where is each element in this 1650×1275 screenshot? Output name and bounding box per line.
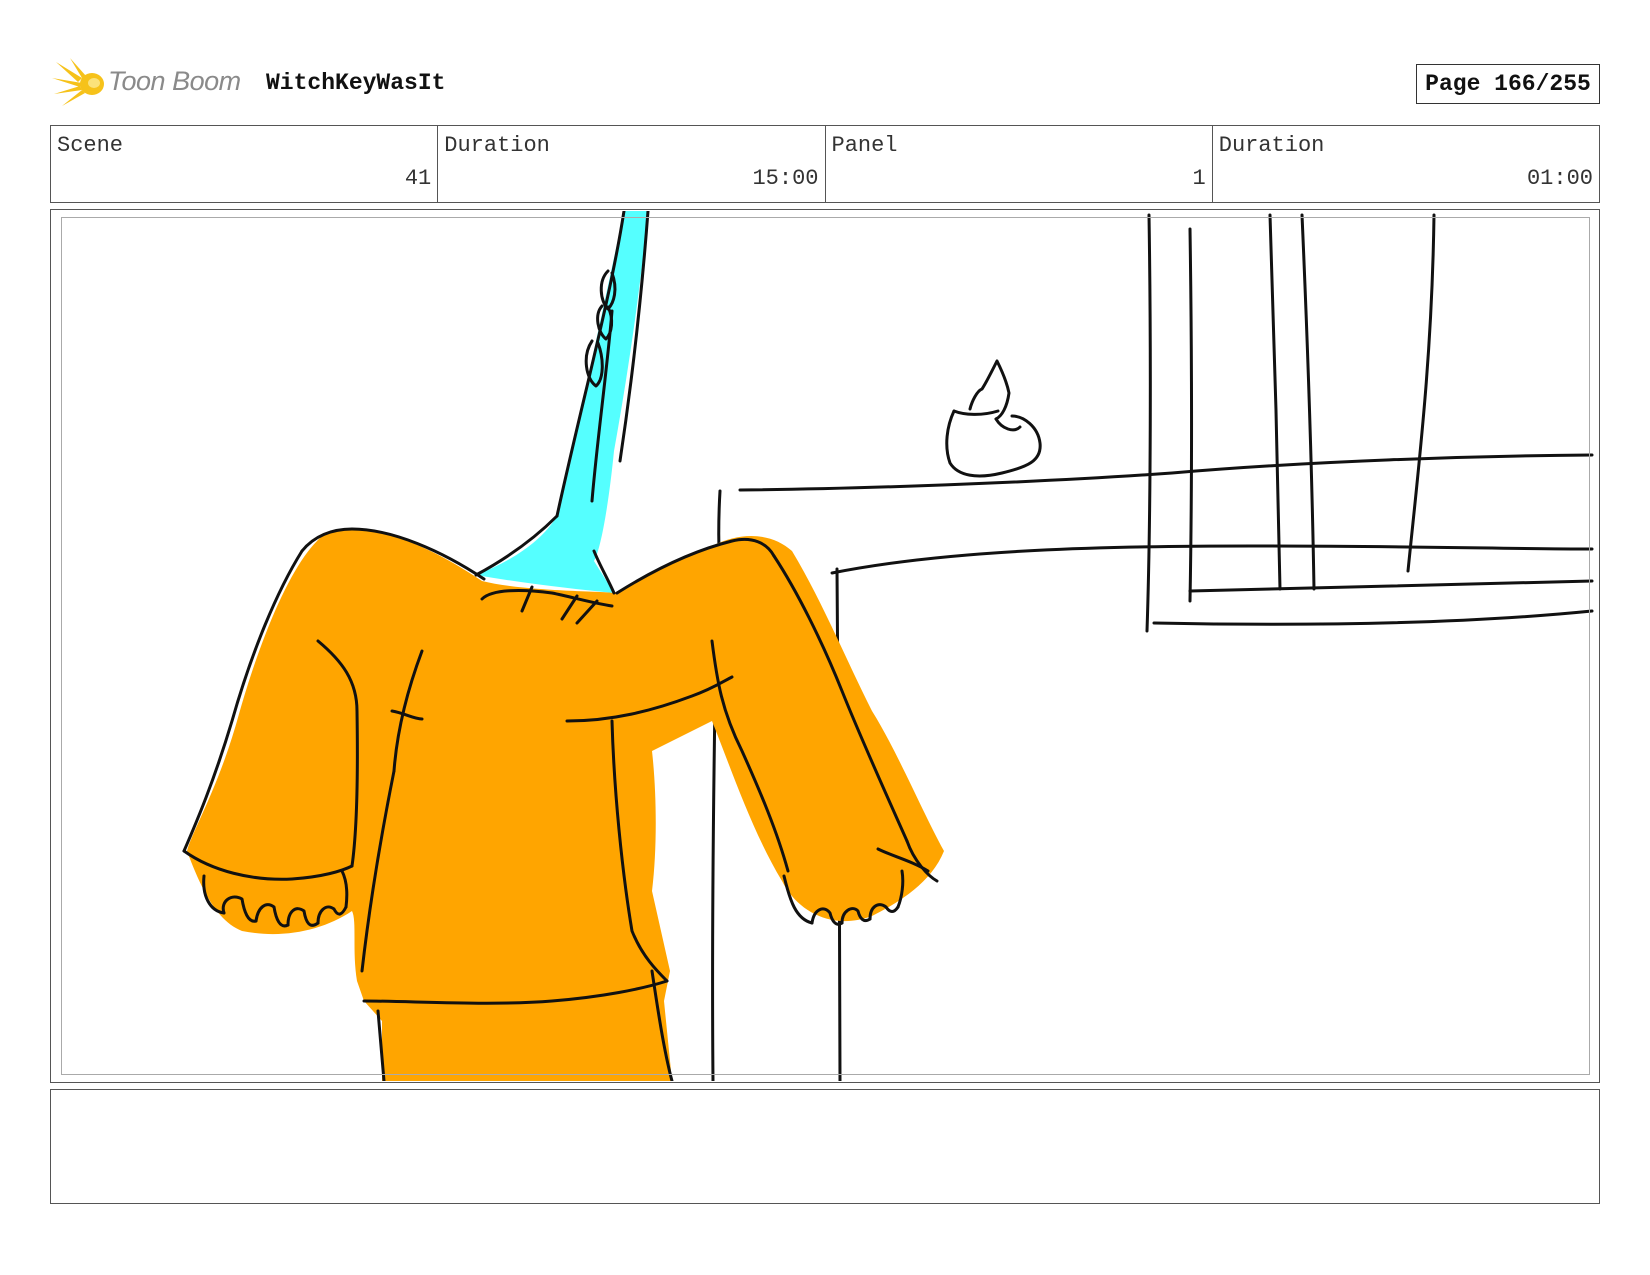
scene-duration-cell: Duration 15:00	[438, 126, 826, 202]
toon-boom-logo: Toon Boom	[52, 56, 252, 112]
scene-info-table: Scene 41 Duration 15:00 Panel 1 Duration…	[50, 125, 1600, 203]
panel-safe-area	[61, 217, 1590, 1075]
panel-notes-box	[50, 1089, 1600, 1204]
panel-duration-value: 01:00	[1526, 166, 1593, 191]
panel-cell: Panel 1	[826, 126, 1213, 202]
scene-duration-label: Duration	[444, 133, 550, 158]
scene-label: Scene	[57, 133, 124, 158]
project-title: WitchKeyWasIt	[266, 70, 446, 96]
panel-duration-label: Duration	[1218, 133, 1325, 158]
scene-value: 41	[404, 166, 432, 191]
brand-name: Toon Boom	[108, 66, 241, 96]
scene-duration-value: 15:00	[752, 166, 819, 191]
panel-value: 1	[1192, 166, 1206, 191]
panel-label: Panel	[831, 133, 898, 158]
panel-duration-cell: Duration 01:00	[1213, 126, 1599, 202]
scene-cell: Scene 41	[51, 126, 439, 202]
page-number: Page 166/255	[1416, 64, 1600, 104]
star-burst-icon	[52, 58, 104, 106]
